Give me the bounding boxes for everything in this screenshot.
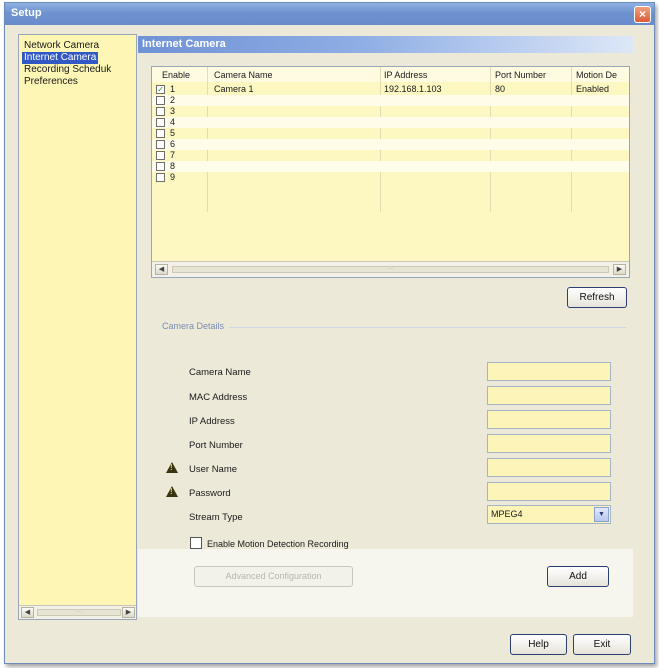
enable-checkbox[interactable]: ✓: [156, 85, 165, 94]
grid-header: Enable Camera Name IP Address Port Numbe…: [152, 67, 629, 82]
enable-checkbox[interactable]: [156, 151, 165, 160]
column-header-ip-address[interactable]: IP Address: [384, 70, 427, 80]
row-number: 8: [170, 161, 176, 171]
section-title-camera-details: Camera Details: [162, 321, 225, 331]
row-number: 2: [170, 95, 176, 105]
table-row[interactable]: 7: [152, 150, 629, 161]
exit-button[interactable]: Exit: [573, 634, 631, 655]
user-name-label: User Name: [189, 464, 238, 475]
ip-address-cell: 192.168.1.103: [384, 84, 442, 94]
row-number: 6: [170, 139, 176, 149]
section-divider: [229, 327, 626, 328]
camera-name-field[interactable]: [487, 362, 611, 381]
help-button[interactable]: Help: [510, 634, 567, 655]
sidebar-horizontal-scrollbar[interactable]: ◀ ···· ▶: [19, 605, 136, 619]
stream-type-value: MPEG4: [491, 509, 523, 519]
column-header-port-number[interactable]: Port Number: [495, 70, 546, 80]
password-field[interactable]: [487, 482, 611, 501]
panel-title: Internet Camera: [142, 38, 226, 50]
grid-horizontal-scrollbar[interactable]: ◀ ···· ▶: [152, 261, 629, 277]
mac-address-label: MAC Address: [189, 392, 248, 403]
sidebar-scroll-thumb[interactable]: ····: [37, 609, 121, 616]
row-number: 1: [170, 84, 176, 94]
port-number-field[interactable]: [487, 434, 611, 453]
table-row[interactable]: 3: [152, 106, 629, 117]
table-row[interactable]: 6: [152, 139, 629, 150]
user-name-field[interactable]: [487, 458, 611, 477]
window-title: Setup: [11, 7, 42, 19]
mac-address-field[interactable]: [487, 386, 611, 405]
warning-icon: [166, 486, 178, 497]
camera-name-cell: Camera 1: [214, 84, 254, 94]
warning-icon: [166, 462, 178, 473]
column-header-motion-detection[interactable]: Motion De: [576, 70, 617, 80]
ip-address-label: IP Address: [189, 416, 235, 427]
enable-checkbox[interactable]: [156, 162, 165, 171]
enable-checkbox[interactable]: [156, 129, 165, 138]
close-button[interactable]: ×: [634, 6, 651, 23]
scroll-right-arrow-icon[interactable]: ▶: [122, 607, 135, 618]
scroll-left-arrow-icon[interactable]: ◀: [21, 607, 34, 618]
enable-checkbox[interactable]: [156, 107, 165, 116]
table-row[interactable]: 2: [152, 95, 629, 106]
table-row[interactable]: 8: [152, 161, 629, 172]
table-row[interactable]: ✓ 1 Camera 1 192.168.1.103 80 Enabled: [152, 84, 629, 95]
sidebar: Network Camera Internet Camera Recording…: [18, 34, 137, 620]
stream-type-label: Stream Type: [189, 512, 243, 523]
row-number: 7: [170, 150, 176, 160]
add-button[interactable]: Add: [547, 566, 609, 587]
sidebar-item-network-camera[interactable]: Network Camera: [22, 40, 101, 52]
sidebar-item-recording-schedule[interactable]: Recording Scheduk: [22, 64, 113, 76]
table-row[interactable]: 5: [152, 128, 629, 139]
enable-checkbox[interactable]: [156, 118, 165, 127]
advanced-configuration-button[interactable]: Advanced Configuration: [194, 566, 353, 587]
enable-checkbox[interactable]: [156, 140, 165, 149]
motion-detection-checkbox-label[interactable]: Enable Motion Detection Recording: [207, 539, 349, 549]
table-row[interactable]: 9: [152, 172, 629, 183]
port-number-cell: 80: [495, 84, 506, 94]
title-bar: Setup: [5, 3, 654, 25]
port-number-label: Port Number: [189, 440, 243, 451]
scroll-right-arrow-icon[interactable]: ▶: [613, 264, 626, 275]
camera-name-label: Camera Name: [189, 367, 251, 378]
camera-list[interactable]: Enable Camera Name IP Address Port Numbe…: [151, 66, 630, 278]
enable-checkbox[interactable]: [156, 173, 165, 182]
row-number: 4: [170, 117, 176, 127]
sidebar-item-preferences[interactable]: Preferences: [22, 76, 80, 88]
chevron-down-icon[interactable]: ▼: [594, 507, 609, 522]
sidebar-item-internet-camera[interactable]: Internet Camera: [22, 52, 99, 64]
row-number: 3: [170, 106, 176, 116]
table-row[interactable]: 4: [152, 117, 629, 128]
stream-type-select[interactable]: MPEG4 ▼: [487, 505, 611, 524]
panel-header: Internet Camera: [138, 36, 633, 53]
ip-address-field[interactable]: [487, 410, 611, 429]
column-header-enable[interactable]: Enable: [162, 70, 190, 80]
row-number: 9: [170, 172, 176, 182]
refresh-button[interactable]: Refresh: [567, 287, 627, 308]
motion-detection-cell: Enabled: [576, 84, 610, 94]
column-header-camera-name[interactable]: Camera Name: [214, 70, 273, 80]
password-label: Password: [189, 488, 231, 499]
enable-checkbox[interactable]: [156, 96, 165, 105]
scroll-left-arrow-icon[interactable]: ◀: [155, 264, 168, 275]
row-number: 5: [170, 128, 176, 138]
motion-detection-checkbox[interactable]: [190, 537, 202, 549]
grid-scroll-thumb[interactable]: ····: [172, 266, 609, 273]
